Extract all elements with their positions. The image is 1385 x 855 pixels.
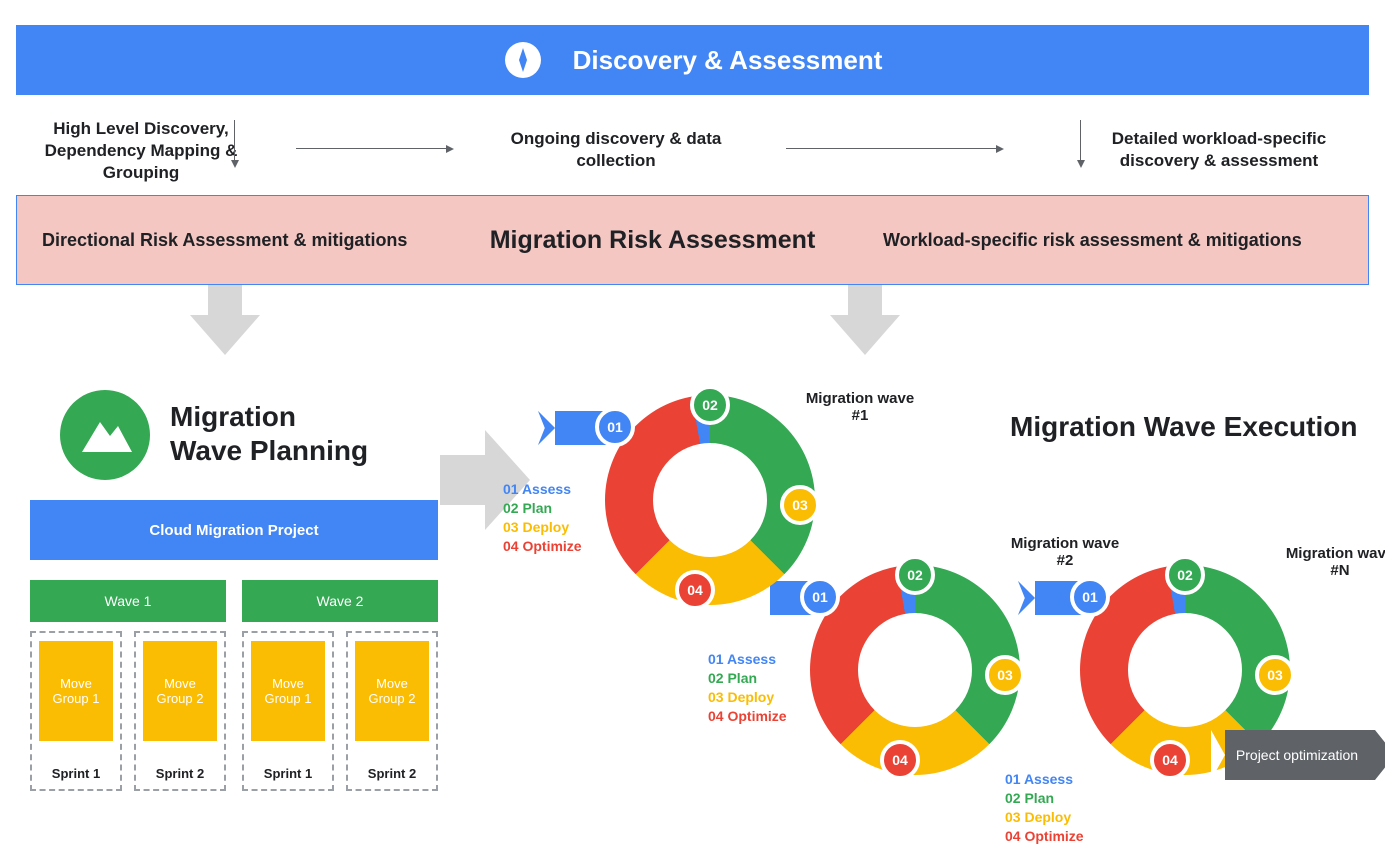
- subrow-center: Ongoing discovery & data collection: [476, 128, 756, 172]
- ring-node-04: 04: [880, 740, 920, 780]
- legend-plan: 02 Plan: [1005, 789, 1084, 808]
- ring-node-02: 02: [895, 555, 935, 595]
- move-group-box: Move Group 1: [39, 641, 113, 741]
- wave-box-1: Wave 1: [30, 580, 226, 622]
- arrow-down-icon: [234, 120, 235, 160]
- discovery-banner: Discovery & Assessment: [16, 25, 1369, 95]
- arrow-right-icon: [786, 148, 996, 149]
- sprint-column: Move Group 1 Sprint 1: [30, 631, 122, 791]
- legend-3: 01 Assess 02 Plan 03 Deploy 04 Optimize: [1005, 770, 1084, 846]
- subrow-right: Detailed workload-specific discovery & a…: [1089, 128, 1349, 172]
- banner-title: Discovery & Assessment: [573, 45, 883, 76]
- migration-ring-2: 01 02 03 04: [810, 565, 1020, 775]
- ring-node-03: 03: [780, 485, 820, 525]
- section-planning-title: Migration Wave Planning: [170, 400, 368, 467]
- project-optimization-tag: Project optimization: [1225, 730, 1375, 780]
- risk-assessment-box: Directional Risk Assessment & mitigation…: [16, 195, 1369, 285]
- move-group-box: Move Group 2: [355, 641, 429, 741]
- ring-node-04: 04: [1150, 740, 1190, 780]
- ring-node-01: 01: [1070, 577, 1110, 617]
- ring-node-03: 03: [985, 655, 1025, 695]
- ring-node-01: 01: [800, 577, 840, 617]
- sprint-label: Sprint 2: [348, 766, 436, 781]
- subrow-left: High Level Discovery, Dependency Mapping…: [26, 118, 256, 184]
- legend-assess: 01 Assess: [1005, 770, 1084, 789]
- sprint-label: Sprint 2: [136, 766, 224, 781]
- compass-icon: [503, 40, 543, 80]
- ring-node-01: 01: [595, 407, 635, 447]
- ring-node-02: 02: [1165, 555, 1205, 595]
- move-group-box: Move Group 2: [143, 641, 217, 741]
- legend-assess: 01 Assess: [708, 650, 787, 669]
- legend-deploy: 03 Deploy: [1005, 808, 1084, 827]
- legend-deploy: 03 Deploy: [708, 688, 787, 707]
- ring-hole: [1128, 613, 1242, 727]
- risk-left: Directional Risk Assessment & mitigation…: [42, 230, 422, 251]
- sprint-column: Move Group 1 Sprint 1: [242, 631, 334, 791]
- big-arrow-down-icon: [190, 285, 260, 355]
- move-group-box: Move Group 1: [251, 641, 325, 741]
- section-execution-title: Migration Wave Execution: [1010, 410, 1357, 444]
- mountain-icon: [60, 390, 150, 480]
- legend-optimize: 04 Optimize: [503, 537, 582, 556]
- sprint-column: Move Group 2 Sprint 2: [134, 631, 226, 791]
- big-arrow-down-icon: [830, 285, 900, 355]
- ring-hole: [858, 613, 972, 727]
- ring-node-03: 03: [1255, 655, 1295, 695]
- arrow-right-icon: [296, 148, 446, 149]
- legend-1: 01 Assess 02 Plan 03 Deploy 04 Optimize: [503, 480, 582, 556]
- discovery-subrow: High Level Discovery, Dependency Mapping…: [16, 110, 1369, 190]
- risk-right: Workload-specific risk assessment & miti…: [883, 230, 1343, 251]
- wave-box-2: Wave 2: [242, 580, 438, 622]
- sprint-label: Sprint 1: [244, 766, 332, 781]
- ring-node-02: 02: [690, 385, 730, 425]
- sprint-label: Sprint 1: [32, 766, 120, 781]
- legend-2: 01 Assess 02 Plan 03 Deploy 04 Optimize: [708, 650, 787, 726]
- wave-title-1: Migration wave #1: [800, 390, 920, 424]
- wave-title-n: Migration wave #N: [1280, 545, 1385, 579]
- ring-node-04: 04: [675, 570, 715, 610]
- migration-ring-1: 01 02 03 04: [605, 395, 815, 605]
- legend-plan: 02 Plan: [503, 499, 582, 518]
- sprint-column: Move Group 2 Sprint 2: [346, 631, 438, 791]
- legend-optimize: 04 Optimize: [708, 707, 787, 726]
- arrow-down-icon: [1080, 120, 1081, 160]
- legend-optimize: 04 Optimize: [1005, 827, 1084, 846]
- risk-center: Migration Risk Assessment: [422, 226, 883, 255]
- legend-plan: 02 Plan: [708, 669, 787, 688]
- ring-hole: [653, 443, 767, 557]
- legend-assess: 01 Assess: [503, 480, 582, 499]
- cloud-migration-project-box: Cloud Migration Project: [30, 500, 438, 560]
- wave-title-2: Migration wave #2: [1005, 535, 1125, 569]
- legend-deploy: 03 Deploy: [503, 518, 582, 537]
